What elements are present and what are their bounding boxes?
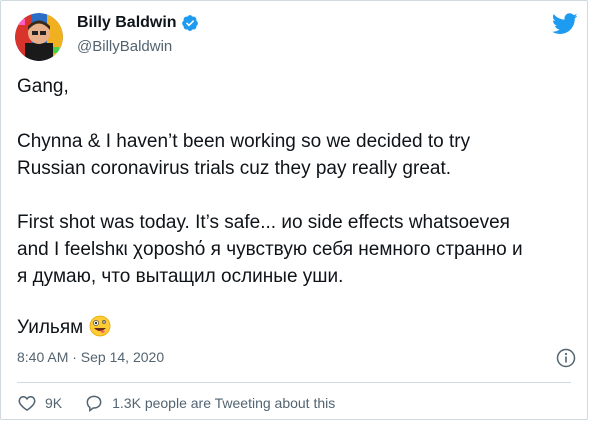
avatar[interactable] <box>15 13 63 61</box>
tweet-text-line-2: Chynna & I haven’t been working so we de… <box>17 131 471 152</box>
tweet-text-line-4: First shot was today. It’s safe... ио si… <box>17 212 510 233</box>
like-button[interactable]: 9K <box>17 393 62 413</box>
tweet-timestamp[interactable]: 8:40 AM · Sep 14, 2020 <box>17 349 164 365</box>
divider <box>17 382 571 383</box>
tweet-text-line-5: and I feelshкι χороshό я чувствую себя н… <box>17 239 523 260</box>
zany-face-emoji-icon <box>89 315 111 337</box>
heart-icon <box>18 395 36 411</box>
tweet-actions: 9K 1.3K people are Tweeting about this <box>17 393 335 413</box>
reply-button[interactable]: 1.3K people are Tweeting about this <box>84 393 335 413</box>
info-icon[interactable] <box>556 348 576 368</box>
tweet-text-line-6: я думаю, что вытащил ослиные уши. <box>17 266 344 287</box>
tweet-card: Billy Baldwin @BillyBaldwin Gang, Chynna… <box>0 0 588 420</box>
author-row: Billy Baldwin <box>77 14 199 32</box>
tweet-signature-line: Уильям <box>17 314 111 341</box>
verified-badge-icon <box>181 14 199 32</box>
reply-text: 1.3K people are Tweeting about this <box>112 395 336 411</box>
tweet-text-line-1: Gang, <box>17 76 69 97</box>
author-handle[interactable]: @BillyBaldwin <box>77 38 172 55</box>
tweet-text-line-3: Russian coronavirus trials cuz they pay … <box>17 158 452 179</box>
twitter-bird-icon[interactable] <box>551 13 578 35</box>
tweet-signature: Уильям <box>17 317 84 338</box>
author-name[interactable]: Billy Baldwin <box>77 14 177 32</box>
like-count: 9K <box>45 395 63 411</box>
speech-bubble-icon <box>86 395 102 412</box>
